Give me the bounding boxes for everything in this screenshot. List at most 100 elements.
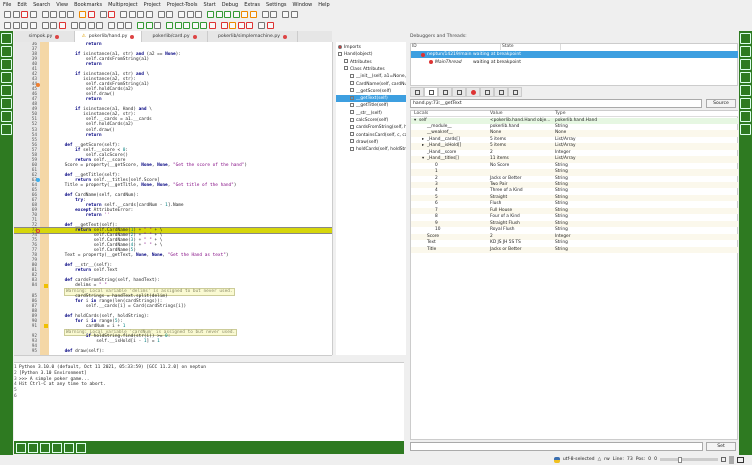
breakpoint-icon[interactable] — [237, 21, 245, 29]
prev-bookmark-icon[interactable] — [224, 10, 231, 18]
close-tab-icon[interactable] — [130, 34, 135, 39]
warning-prev-icon[interactable] — [249, 10, 257, 18]
template-icon[interactable] — [1, 33, 12, 44]
menu-search[interactable]: Search — [33, 2, 50, 8]
menu-file[interactable]: File — [3, 2, 11, 8]
menu-project-tools[interactable]: Project-Tools — [167, 2, 198, 8]
monitor-icon[interactable] — [737, 456, 744, 463]
tab-breakpoints[interactable] — [438, 87, 452, 97]
close-icon[interactable] — [21, 10, 28, 18]
outline-item[interactable]: containsCard(self, c, cards) — [336, 132, 406, 139]
unindent-icon[interactable] — [166, 10, 173, 18]
step-icon[interactable] — [174, 21, 182, 29]
checkbox-icon[interactable] — [721, 457, 726, 462]
next-bookmark-icon[interactable] — [215, 10, 223, 18]
indent-icon[interactable] — [157, 10, 165, 18]
warning-marker-icon[interactable] — [44, 283, 48, 288]
close-all-icon[interactable] — [29, 10, 37, 18]
code-editor[interactable]: 36 return 37 38 if isinstance(a1, str) and… — [14, 42, 332, 355]
breakpoint-orange-icon[interactable] — [229, 21, 236, 29]
refresh-icon[interactable] — [258, 21, 265, 29]
view-icon[interactable] — [108, 21, 115, 29]
paste-icon[interactable] — [137, 10, 144, 18]
menu-view[interactable]: View — [56, 2, 68, 8]
find-icon[interactable] — [740, 46, 751, 57]
outline-item[interactable]: __str__(self) — [336, 110, 406, 117]
column-type[interactable]: Type — [555, 111, 566, 116]
column-value[interactable]: Value — [490, 111, 503, 116]
find-file-icon[interactable] — [1, 72, 12, 83]
break-marker-icon[interactable] — [36, 228, 40, 233]
zoom-out-icon[interactable] — [12, 21, 20, 29]
tab-simpok-py[interactable]: simpok.py — [14, 31, 75, 42]
outline-item[interactable]: holdCards(self, holdString) — [336, 146, 406, 153]
outline-item[interactable]: __getText(self) — [336, 95, 406, 103]
close-tab-icon[interactable] — [55, 34, 60, 39]
save-all-icon[interactable] — [58, 10, 66, 18]
outline-item[interactable]: __init__(self, a1=None, a2=None) — [336, 73, 406, 80]
cloud-icon[interactable] — [740, 124, 751, 135]
view-dark-icon[interactable] — [116, 21, 124, 29]
continue-icon[interactable] — [166, 21, 173, 29]
save-icon[interactable] — [41, 10, 49, 18]
reload-icon[interactable] — [79, 10, 86, 18]
warning-marker-icon[interactable] — [44, 324, 48, 329]
task-icon[interactable] — [28, 442, 38, 453]
split-icon[interactable] — [70, 21, 78, 29]
goto-prev-icon[interactable] — [290, 10, 298, 18]
thread-row[interactable]: MainThread waiting at breakpoint — [411, 59, 738, 66]
column-state[interactable]: State — [501, 44, 561, 50]
search-icon[interactable] — [1, 59, 12, 70]
tab-callstack[interactable] — [480, 87, 494, 97]
blue-marker-icon[interactable] — [36, 178, 40, 183]
zoom-reset-icon[interactable] — [21, 21, 28, 29]
undo-icon[interactable] — [99, 10, 107, 18]
open-icon[interactable] — [12, 10, 20, 18]
outline-item[interactable]: calcScore(self) — [336, 117, 406, 124]
bookmark-icon[interactable] — [207, 10, 214, 18]
shell-icon[interactable] — [16, 442, 26, 453]
outline-item[interactable]: draw(self) — [336, 139, 406, 146]
replace-icon[interactable] — [270, 10, 277, 18]
tab-exceptions[interactable] — [466, 87, 480, 97]
column-locals[interactable]: Locals — [414, 111, 428, 116]
close-tab-icon[interactable] — [282, 34, 287, 39]
find-icon[interactable] — [261, 10, 269, 18]
tab-call-trace[interactable] — [494, 87, 508, 97]
menu-extras[interactable]: Extras — [244, 2, 260, 8]
python2-icon[interactable] — [740, 98, 751, 109]
copy-icon[interactable] — [128, 10, 136, 18]
fullscreen-icon[interactable] — [125, 21, 132, 29]
debug-icon[interactable] — [145, 21, 153, 29]
redo-icon[interactable] — [108, 10, 115, 18]
tab-ignored-exceptions[interactable] — [508, 87, 522, 97]
print-icon[interactable] — [67, 10, 74, 18]
lifebuoy-icon[interactable] — [740, 59, 751, 70]
pi-icon[interactable] — [52, 442, 62, 453]
translate-icon[interactable] — [76, 442, 86, 453]
breakpoint-red-icon[interactable] — [220, 21, 228, 29]
clear-icon[interactable] — [145, 10, 153, 18]
menu-multiproject[interactable]: Multiproject — [108, 2, 138, 8]
menu-edit[interactable]: Edit — [17, 2, 27, 8]
uncomment-icon[interactable] — [186, 10, 194, 18]
step-over-icon[interactable] — [183, 21, 190, 29]
goto-icon[interactable] — [282, 10, 289, 18]
vcs-icon[interactable] — [1, 85, 12, 96]
thread-row[interactable]: neptun/14219/main waiting at breakpoint — [411, 51, 738, 58]
stop-icon[interactable] — [87, 10, 95, 18]
clear-bookmarks-icon[interactable] — [232, 10, 240, 18]
outline-item[interactable]: Class Attributes — [336, 66, 406, 73]
zoom-icon[interactable] — [29, 21, 37, 29]
tab-pokerlib-simplemachine-py[interactable]: pokerlib/simplemachine.py — [208, 31, 298, 42]
tab-globals[interactable] — [410, 87, 424, 97]
outline-item[interactable]: Imports — [336, 44, 406, 51]
save-as-icon[interactable] — [50, 10, 57, 18]
multiproject-icon[interactable] — [740, 111, 751, 122]
outline-item[interactable]: Attributes — [336, 59, 406, 66]
zoom-slider[interactable] — [660, 456, 718, 463]
outline-item[interactable]: Hand(object) — [336, 51, 406, 58]
locals-row[interactable]: Title Jacks or Better String — [411, 246, 738, 253]
menu-project[interactable]: Project — [144, 2, 161, 8]
project-icon[interactable] — [1, 111, 12, 122]
